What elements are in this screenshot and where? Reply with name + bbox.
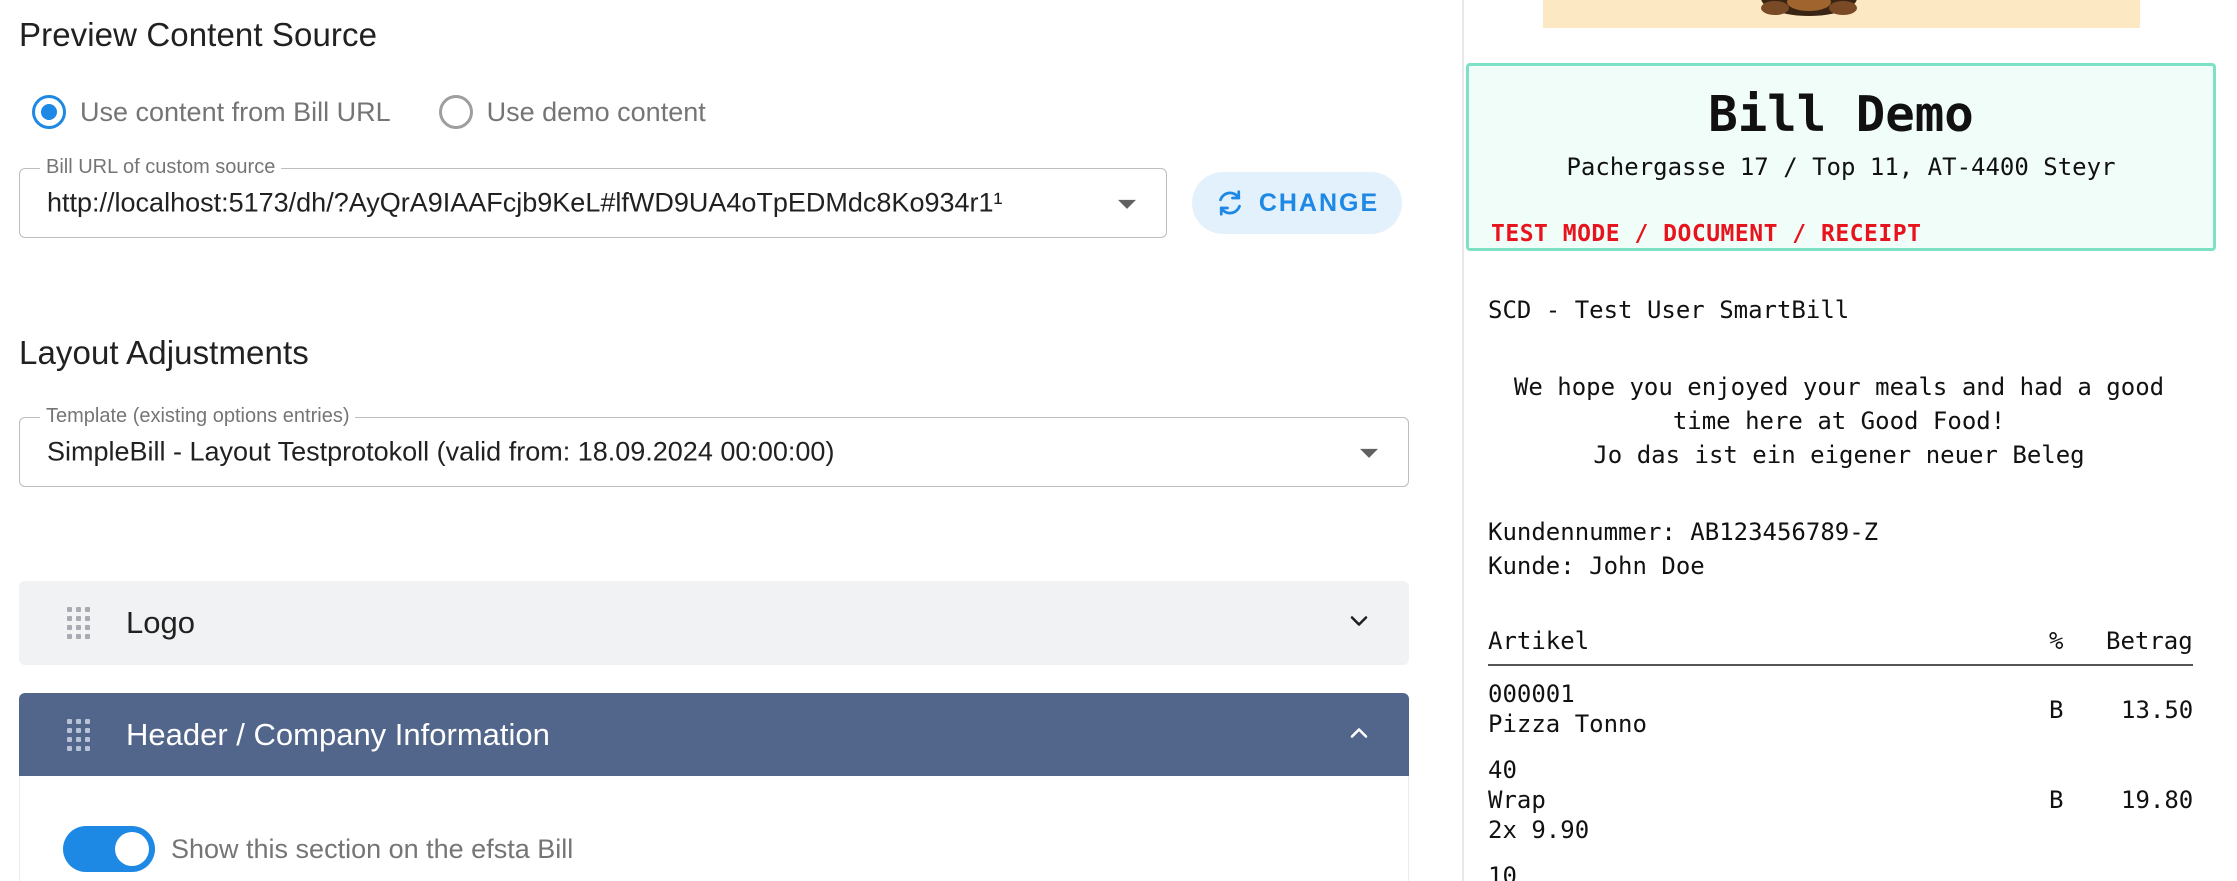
show-section-toggle[interactable]: [63, 826, 155, 872]
drag-handle-icon[interactable]: [67, 719, 91, 751]
receipt-item-tax: B: [2049, 696, 2064, 724]
receipt-header-box[interactable]: Bill Demo Pachergasse 17 / Top 11, AT-44…: [1466, 63, 2216, 251]
drag-handle-icon[interactable]: [67, 607, 91, 639]
logo-mascot-icon: [1761, 0, 1857, 16]
radio-bill-url-label[interactable]: Use content from Bill URL: [80, 97, 391, 128]
receipt-test-mode: TEST MODE / DOCUMENT / RECEIPT: [1491, 221, 1922, 247]
section-panel-header-body: Show this section on the efsta Bill: [19, 776, 1409, 881]
preview-source-title: Preview Content Source: [19, 16, 378, 53]
receipt-customer-number: Kundennummer: AB123456789-Z: [1488, 518, 1879, 546]
dropdown-caret-icon[interactable]: [1118, 199, 1136, 209]
receipt-item-amount: 13.50: [2121, 696, 2194, 724]
section-panel-header-title[interactable]: Header / Company Information: [126, 717, 550, 753]
radio-checked-icon[interactable]: [32, 95, 66, 129]
layout-adjustments-title: Layout Adjustments: [19, 334, 309, 371]
receipt-address: Pachergasse 17 / Top 11, AT-4400 Steyr: [1566, 153, 2116, 181]
bill-url-field[interactable]: Bill URL of custom source http://localho…: [19, 156, 1167, 238]
show-section-toggle-label[interactable]: Show this section on the efsta Bill: [171, 834, 573, 865]
receipt-item-amount: 19.80: [2121, 786, 2194, 814]
receipt-greeting-2: time here at Good Food!: [1672, 407, 2006, 435]
receipt-greeting-1: We hope you enjoyed your meals and had a…: [1513, 373, 2165, 401]
change-button-label[interactable]: CHANGE: [1259, 189, 1379, 218]
section-panel-header[interactable]: Header / Company Information: [19, 693, 1409, 777]
radio-demo-content-label[interactable]: Use demo content: [487, 97, 706, 128]
receipt-item-qty: 2x 9.90: [1488, 816, 1590, 844]
receipt-title: Bill Demo: [1708, 86, 1974, 143]
template-select[interactable]: Template (existing options entries) Simp…: [19, 405, 1409, 487]
section-panel-logo-title[interactable]: Logo: [126, 605, 195, 641]
template-select-value[interactable]: SimpleBill - Layout Testprotokoll (valid…: [47, 437, 834, 468]
logo-image: [1543, 0, 2140, 28]
radio-bill-url[interactable]: Use content from Bill URL: [32, 95, 391, 129]
change-button[interactable]: CHANGE: [1192, 172, 1402, 234]
receipt-item-name: Wrap: [1488, 786, 1546, 814]
template-select-label: Template (existing options entries): [40, 405, 356, 428]
dropdown-caret-icon[interactable]: [1360, 448, 1378, 458]
content-source-radio-group: Use content from Bill URL Use demo conte…: [32, 90, 754, 134]
receipt-divider: [1488, 664, 2193, 666]
refresh-icon: [1218, 190, 1241, 216]
bill-url-field-label: Bill URL of custom source: [40, 156, 282, 179]
radio-demo-content[interactable]: Use demo content: [438, 95, 706, 129]
chevron-up-icon[interactable]: [1347, 721, 1371, 745]
receipt-item-code: 40: [1488, 756, 1517, 784]
bill-url-value[interactable]: http://localhost:5173/dh/?AyQrA9IAAFcjb9…: [47, 188, 1059, 219]
receipt-customer: Kunde: John Doe: [1488, 552, 1705, 580]
receipt-greeting-3: Jo das ist ein eigener neuer Beleg: [1593, 441, 2085, 469]
receipt-item-name: Pizza Tonno: [1488, 710, 1647, 738]
receipt-col-amount: Betrag: [2106, 627, 2193, 655]
receipt-col-tax: %: [2049, 627, 2064, 655]
editor-panel: Preview Content Source Use content from …: [0, 0, 1462, 881]
chevron-down-icon[interactable]: [1347, 609, 1371, 633]
section-panel-logo[interactable]: Logo: [19, 581, 1409, 665]
receipt-item-code: 10: [1488, 862, 1517, 881]
receipt-scd: SCD - Test User SmartBill: [1488, 296, 1850, 324]
receipt-item-code: 000001: [1488, 680, 1575, 708]
radio-unchecked-icon[interactable]: [438, 95, 473, 129]
bill-preview-panel: Bill Demo Pachergasse 17 / Top 11, AT-44…: [1462, 0, 2237, 881]
receipt-item-tax: B: [2049, 786, 2064, 814]
receipt-col-item: Artikel: [1488, 627, 1590, 655]
